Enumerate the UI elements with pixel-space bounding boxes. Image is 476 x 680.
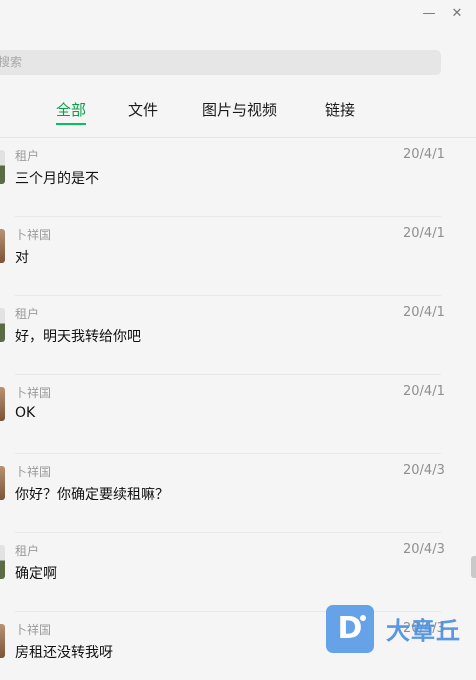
- tab-all[interactable]: 全部: [56, 98, 87, 125]
- watermark: D 大章丘: [326, 605, 471, 655]
- search-placeholder: 搜索: [0, 55, 23, 69]
- message-item[interactable]: 租户 20/4/1 好，明天我转给你吧: [0, 296, 476, 375]
- avatar[interactable]: [0, 308, 5, 342]
- watermark-logo-icon: D: [326, 605, 374, 653]
- tab-files[interactable]: 文件: [128, 98, 158, 122]
- sender-name: 卜祥国: [15, 465, 52, 479]
- sender-name: 租户: [15, 544, 40, 558]
- search-input[interactable]: 搜索: [0, 50, 441, 75]
- minimize-icon[interactable]: —: [416, 2, 442, 26]
- avatar[interactable]: [0, 150, 5, 184]
- message-date: 20/4/1: [403, 226, 445, 241]
- avatar[interactable]: [0, 387, 5, 421]
- message-text: OK: [15, 405, 36, 421]
- close-icon[interactable]: ✕: [444, 2, 470, 26]
- message-date: 20/4/1: [403, 384, 445, 399]
- watermark-text: 大章丘: [386, 617, 461, 645]
- message-text: 三个月的是不: [15, 171, 99, 187]
- avatar[interactable]: [0, 545, 5, 579]
- message-date: 20/4/3: [403, 463, 445, 478]
- sender-name: 卜祥国: [15, 228, 52, 242]
- message-item[interactable]: 租户 20/4/3 确定啊: [0, 533, 476, 612]
- message-date: 20/4/3: [403, 542, 445, 557]
- message-text: 好，明天我转给你吧: [15, 329, 141, 345]
- filter-tabs: 全部 文件 图片与视频 链接: [0, 98, 476, 126]
- scrollbar-thumb[interactable]: [471, 556, 476, 578]
- message-list[interactable]: 租户 20/4/1 三个月的是不 卜祥国 20/4/1 对 租户 20/4/1 …: [0, 138, 476, 680]
- window-controls: — ✕: [416, 0, 476, 28]
- message-item[interactable]: 卜祥国 20/4/3 你好？你确定要续租嘛？: [0, 454, 476, 533]
- sender-name: 租户: [15, 307, 40, 321]
- message-text: 房租还没转我呀: [15, 645, 113, 661]
- message-text: 对: [15, 250, 29, 266]
- message-item[interactable]: 租户 20/4/1 三个月的是不: [0, 138, 476, 217]
- watermark-logo-dot: [360, 615, 366, 621]
- tab-links[interactable]: 链接: [325, 98, 355, 122]
- message-date: 20/4/1: [403, 147, 445, 162]
- sender-name: 卜祥国: [15, 623, 52, 637]
- message-item[interactable]: 卜祥国 20/4/1 对: [0, 217, 476, 296]
- message-date: 20/4/1: [403, 305, 445, 320]
- avatar[interactable]: [0, 624, 5, 658]
- tab-images-videos[interactable]: 图片与视频: [202, 98, 277, 122]
- sender-name: 卜祥国: [15, 386, 52, 400]
- message-text: 你好？你确定要续租嘛？: [15, 487, 169, 503]
- avatar[interactable]: [0, 229, 5, 263]
- message-item[interactable]: 卜祥国 20/4/1 OK: [0, 375, 476, 454]
- sender-name: 租户: [15, 149, 40, 163]
- avatar[interactable]: [0, 466, 5, 500]
- message-text: 确定啊: [15, 566, 57, 582]
